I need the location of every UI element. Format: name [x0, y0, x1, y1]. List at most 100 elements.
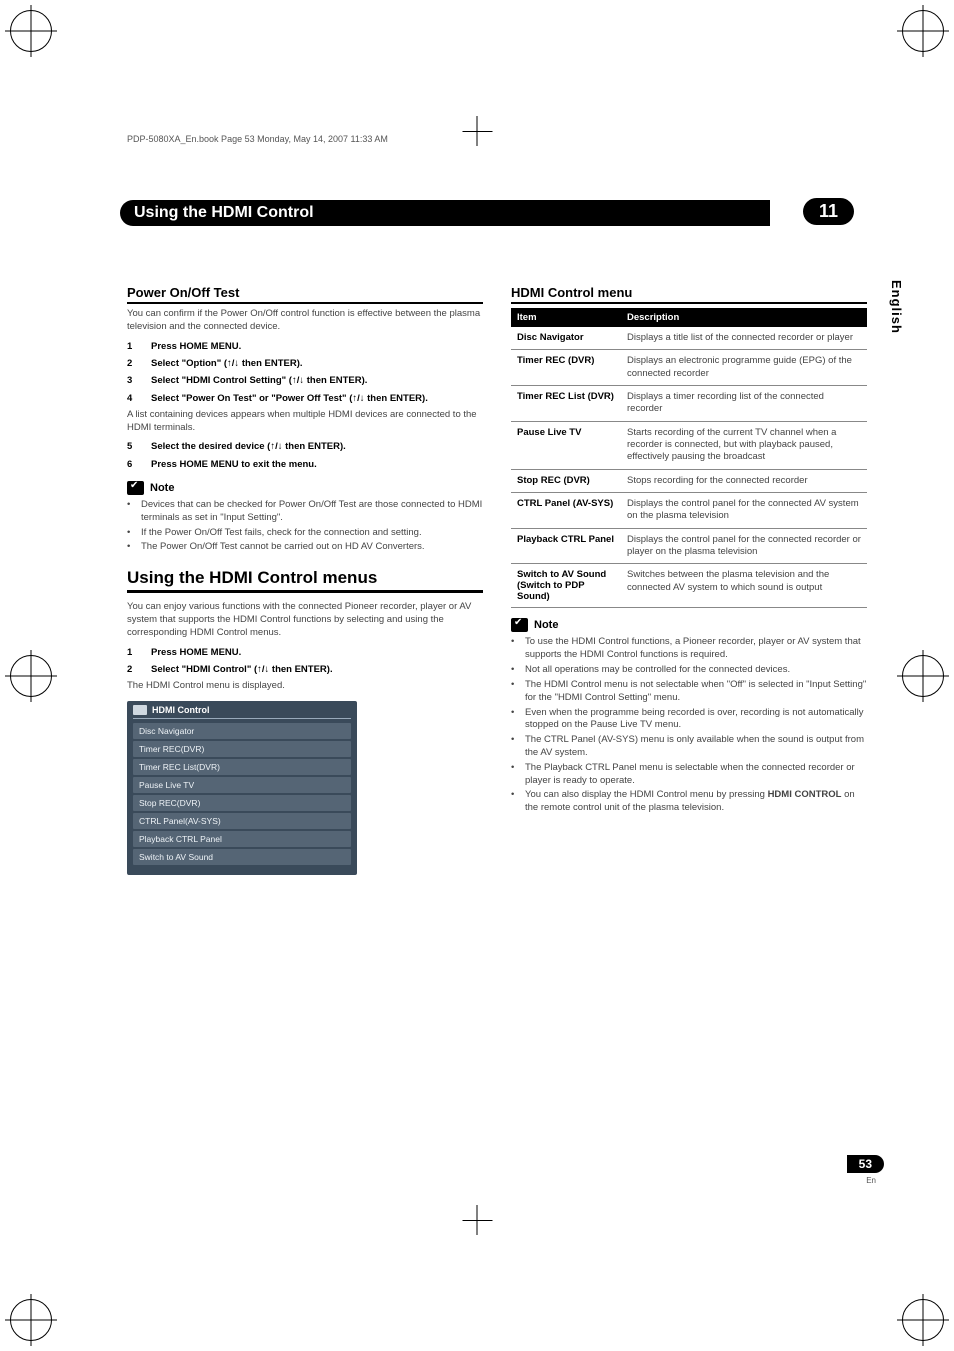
note-text: To use the HDMI Control functions, a Pio…: [525, 636, 867, 662]
note-text: The Power On/Off Test cannot be carried …: [141, 541, 483, 554]
table-row: Switch to AV Sound (Switch to PDP Sound)…: [511, 564, 867, 608]
menu-title: HDMI Control: [152, 705, 210, 715]
item-name: Timer REC (DVR): [511, 350, 621, 386]
column-header-description: Description: [621, 308, 867, 327]
menu-title-row: HDMI Control: [133, 705, 351, 719]
intro-text: You can confirm if the Power On/Off cont…: [127, 308, 483, 334]
page-number: 53: [847, 1155, 884, 1173]
item-desc: Starts recording of the current TV chann…: [621, 421, 867, 469]
item-name: Timer REC List (DVR): [511, 386, 621, 422]
menu-item: Pause Live TV: [133, 777, 351, 793]
item-desc: Displays an electronic programme guide (…: [621, 350, 867, 386]
item-desc: Switches between the plasma television a…: [621, 564, 867, 608]
table-row: Disc NavigatorDisplays a title list of t…: [511, 327, 867, 350]
hdmi-control-menu-screenshot: HDMI Control Disc Navigator Timer REC(DV…: [127, 701, 357, 875]
note-check-icon: [511, 618, 528, 632]
item-desc: Displays a timer recording list of the c…: [621, 386, 867, 422]
step-text: Press HOME MENU.: [151, 340, 483, 353]
step: 2 Select "Option" (↑/↓ then ENTER).: [127, 357, 483, 370]
table-row: Timer REC List (DVR)Displays a timer rec…: [511, 386, 867, 422]
step-text: Select the desired device (↑/↓ then ENTE…: [151, 440, 483, 453]
item-name: CTRL Panel (AV-SYS): [511, 493, 621, 529]
left-column: Power On/Off Test You can confirm if the…: [127, 285, 483, 875]
sub-note: A list containing devices appears when m…: [127, 409, 483, 435]
step: 2 Select "HDMI Control" (↑/↓ then ENTER)…: [127, 663, 483, 676]
registration-mark-icon: [902, 655, 944, 697]
note-text: The HDMI Control menu is not selectable …: [525, 679, 867, 705]
note-bullet: •Devices that can be checked for Power O…: [127, 499, 483, 525]
section-heading-hdmi-menus: Using the HDMI Control menus: [127, 568, 483, 593]
chapter-bar: Using the HDMI Control 11: [120, 200, 894, 226]
note-text-bold: HDMI CONTROL: [768, 789, 842, 800]
note-text-pre: You can also display the HDMI Control me…: [525, 789, 768, 800]
right-column: HDMI Control menu Item Description Disc …: [511, 285, 867, 875]
step: 3 Select "HDMI Control Setting" (↑/↓ the…: [127, 374, 483, 387]
item-name: Switch to AV Sound (Switch to PDP Sound): [511, 564, 621, 608]
note-text: Devices that can be checked for Power On…: [141, 499, 483, 525]
table-row: Playback CTRL PanelDisplays the control …: [511, 528, 867, 564]
step: 6 Press HOME MENU to exit the menu.: [127, 458, 483, 471]
registration-mark-icon: [10, 1299, 52, 1341]
hdmi-control-table: Item Description Disc NavigatorDisplays …: [511, 308, 867, 608]
step: 1 Press HOME MENU.: [127, 340, 483, 353]
menu-title-icon: [133, 705, 147, 715]
note-text: The CTRL Panel (AV-SYS) menu is only ava…: [525, 734, 867, 760]
step-text: Select "Power On Test" or "Power Off Tes…: [151, 392, 483, 405]
menu-item: Disc Navigator: [133, 723, 351, 739]
step-number: 4: [127, 392, 137, 405]
step-text: Press HOME MENU.: [151, 646, 483, 659]
sub-note: The HDMI Control menu is displayed.: [127, 680, 483, 693]
note-bullet: •The Power On/Off Test cannot be carried…: [127, 541, 483, 554]
step-number: 5: [127, 440, 137, 453]
table-row: Timer REC (DVR)Displays an electronic pr…: [511, 350, 867, 386]
registration-mark-icon: [902, 10, 944, 52]
item-desc: Displays a title list of the connected r…: [621, 327, 867, 350]
note-bullet: •To use the HDMI Control functions, a Pi…: [511, 636, 867, 662]
step: 4 Select "Power On Test" or "Power Off T…: [127, 392, 483, 405]
page-language-code: En: [866, 1176, 876, 1185]
note-text: You can also display the HDMI Control me…: [525, 789, 867, 815]
step-number: 6: [127, 458, 137, 471]
language-tab: English: [889, 280, 904, 334]
note-heading: Note: [127, 481, 483, 495]
note-bullet: •Not all operations may be controlled fo…: [511, 664, 867, 677]
table-row: CTRL Panel (AV-SYS)Displays the control …: [511, 493, 867, 529]
menu-item: CTRL Panel(AV-SYS): [133, 813, 351, 829]
note-bullet: •Even when the programme being recorded …: [511, 707, 867, 733]
section-heading-power-test: Power On/Off Test: [127, 285, 483, 304]
chapter-number: 11: [803, 198, 854, 225]
menu-item: Stop REC(DVR): [133, 795, 351, 811]
step-number: 2: [127, 357, 137, 370]
note-check-icon: [127, 481, 144, 495]
item-name: Disc Navigator: [511, 327, 621, 350]
content-area: Power On/Off Test You can confirm if the…: [127, 285, 867, 875]
note-heading: Note: [511, 618, 867, 632]
step-text: Select "HDMI Control Setting" (↑/↓ then …: [151, 374, 483, 387]
registration-mark-icon: [10, 10, 52, 52]
item-desc: Displays the control panel for the conne…: [621, 528, 867, 564]
page-header: PDP-5080XA_En.book Page 53 Monday, May 1…: [127, 134, 388, 144]
note-text: The Playback CTRL Panel menu is selectab…: [525, 762, 867, 788]
note-label: Note: [150, 482, 174, 494]
step: 1 Press HOME MENU.: [127, 646, 483, 659]
menu-item: Switch to AV Sound: [133, 849, 351, 865]
table-row: Stop REC (DVR)Stops recording for the co…: [511, 469, 867, 492]
item-desc: Stops recording for the connected record…: [621, 469, 867, 492]
menu-item: Playback CTRL Panel: [133, 831, 351, 847]
step-number: 3: [127, 374, 137, 387]
crop-mark-icon: [477, 1205, 478, 1235]
step-number: 1: [127, 340, 137, 353]
note-text: If the Power On/Off Test fails, check fo…: [141, 527, 483, 540]
step: 5 Select the desired device (↑/↓ then EN…: [127, 440, 483, 453]
crop-mark-icon: [477, 116, 478, 146]
note-bullet: •If the Power On/Off Test fails, check f…: [127, 527, 483, 540]
step-number: 2: [127, 663, 137, 676]
step-text: Press HOME MENU to exit the menu.: [151, 458, 483, 471]
note-bullet: •The Playback CTRL Panel menu is selecta…: [511, 762, 867, 788]
menu-item: Timer REC(DVR): [133, 741, 351, 757]
column-header-item: Item: [511, 308, 621, 327]
step-text: Select "HDMI Control" (↑/↓ then ENTER).: [151, 663, 483, 676]
step-number: 1: [127, 646, 137, 659]
registration-mark-icon: [902, 1299, 944, 1341]
note-text: Not all operations may be controlled for…: [525, 664, 867, 677]
